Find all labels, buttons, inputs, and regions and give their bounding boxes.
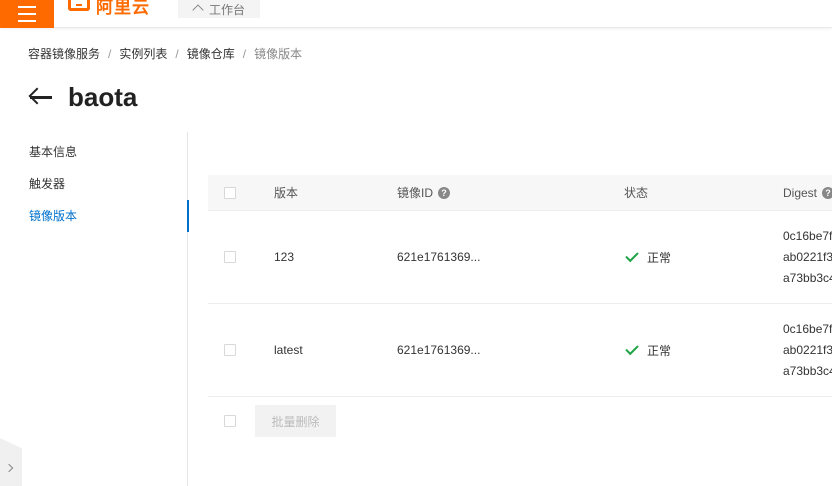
breadcrumb-item-acr[interactable]: 容器镜像服务 <box>28 45 100 62</box>
digest-cell: 0c16be7f ab0221f3 a73bb3c4 <box>783 322 832 378</box>
column-header-image-id: 镜像ID ? <box>397 175 451 210</box>
table-header: 版本 镜像ID ? 状态 Digest ? <box>208 175 832 211</box>
sidebar-item-triggers[interactable]: 触发器 <box>0 168 188 200</box>
table-row: latest 621e1761369... 正常 0c16be7f ab0221… <box>208 304 832 397</box>
select-all-checkbox[interactable] <box>224 186 236 199</box>
column-header-digest: Digest ? <box>783 175 832 210</box>
status-cell: 正常 <box>624 211 671 303</box>
sidebar-item-basic-info[interactable]: 基本信息 <box>0 136 188 168</box>
breadcrumb: 容器镜像服务 / 实例列表 / 镜像仓库 / 镜像版本 <box>28 45 302 62</box>
page-title: baota <box>68 81 138 112</box>
page-header: baota <box>28 80 137 114</box>
top-bar: 阿里云 工作台 <box>0 0 832 28</box>
row-checkbox[interactable] <box>224 344 236 356</box>
image-id-cell: 621e1761369... <box>397 343 481 357</box>
version-cell: latest <box>274 343 303 357</box>
image-id-cell: 621e1761369... <box>397 250 481 264</box>
column-header-status: 状态 <box>624 186 649 200</box>
workbench-button[interactable]: 工作台 <box>178 0 260 18</box>
check-icon <box>625 248 639 262</box>
aliyun-logo-icon <box>68 0 90 11</box>
version-cell: 123 <box>274 250 295 264</box>
sidebar-item-image-versions[interactable]: 镜像版本 <box>0 200 189 232</box>
column-header-version: 版本 <box>274 186 299 200</box>
home-icon <box>193 4 204 14</box>
row-checkbox[interactable] <box>224 251 236 263</box>
table-footer: 批量删除 <box>208 397 832 445</box>
breadcrumb-separator: / <box>175 46 179 61</box>
header-checkbox-cell <box>224 175 236 210</box>
chevron-right-icon <box>4 463 14 473</box>
help-icon[interactable]: ? <box>438 186 451 199</box>
digest-cell: 0c16be7f ab0221f3 a73bb3c4 <box>783 229 832 285</box>
footer-select-all-checkbox[interactable] <box>224 415 236 427</box>
breadcrumb-separator: / <box>108 46 112 61</box>
breadcrumb-item-current: 镜像版本 <box>254 47 303 61</box>
breadcrumb-item-instances[interactable]: 实例列表 <box>119 45 167 62</box>
batch-delete-button[interactable]: 批量删除 <box>255 405 336 437</box>
breadcrumb-item-repositories[interactable]: 镜像仓库 <box>187 45 235 62</box>
aliyun-logo[interactable]: 阿里云 <box>68 0 150 17</box>
menu-icon[interactable] <box>0 0 54 28</box>
check-icon <box>625 341 639 355</box>
back-arrow-icon[interactable] <box>28 87 54 107</box>
help-icon[interactable]: ? <box>822 186 832 199</box>
repo-sidebar: 基本信息 触发器 镜像版本 <box>0 132 189 486</box>
status-cell: 正常 <box>624 304 671 396</box>
breadcrumb-separator: / <box>242 46 247 61</box>
table-row: 123 621e1761369... 正常 0c16be7f ab0221f3 … <box>208 211 832 304</box>
